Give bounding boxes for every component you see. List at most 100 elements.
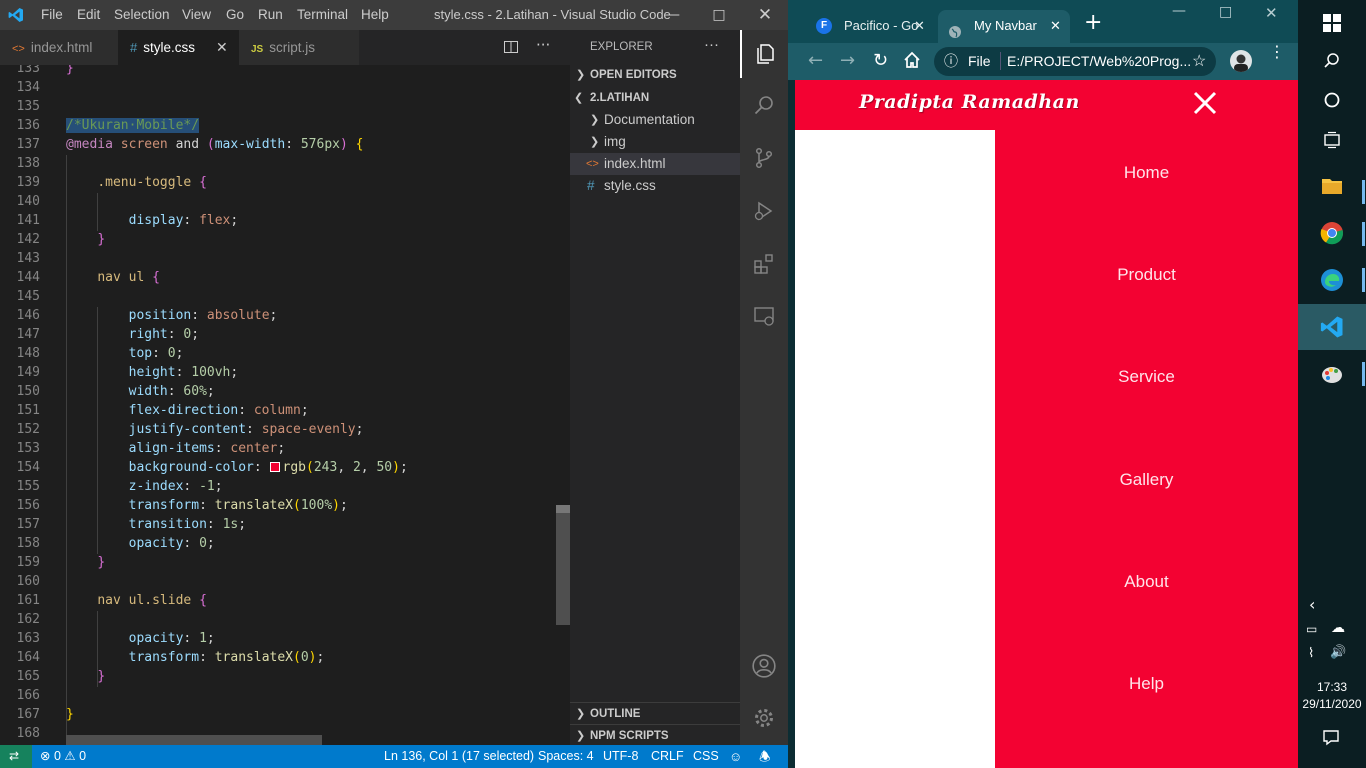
code-line[interactable]: 158 opacity: 0;	[0, 534, 556, 553]
horizontal-scrollbar[interactable]	[66, 735, 322, 745]
code-line[interactable]: 143	[0, 249, 556, 268]
code-line[interactable]: 141 display: flex;	[0, 211, 556, 230]
bookmark-star-icon[interactable]: ☆	[1192, 47, 1206, 76]
nav-link-service[interactable]: Service	[995, 367, 1298, 387]
explorer-files-icon[interactable]	[740, 30, 788, 78]
paint-icon[interactable]	[1298, 351, 1366, 397]
battery-icon[interactable]: ▭	[1306, 622, 1317, 636]
extensions-icon[interactable]	[740, 240, 788, 288]
code-line[interactable]: 154 background-color: rgb(243, 2, 50);	[0, 458, 556, 477]
code-line[interactable]: 151 flex-direction: column;	[0, 401, 556, 420]
nav-link-product[interactable]: Product	[995, 265, 1298, 285]
tree-item-style-css[interactable]: # style.css	[570, 175, 740, 197]
browser-tab-my-navbar[interactable]: My Navbar ✕	[938, 10, 1070, 43]
onedrive-cloud-icon[interactable]: ☁	[1331, 620, 1345, 636]
code-line[interactable]: 152 justify-content: space-evenly;	[0, 420, 556, 439]
code-line[interactable]: 160	[0, 572, 556, 591]
run-debug-icon[interactable]	[740, 187, 788, 235]
remote-indicator[interactable]: ⇄	[0, 745, 32, 768]
maximize-icon[interactable]: □	[1219, 4, 1232, 20]
nav-link-about[interactable]: About	[995, 572, 1298, 592]
code-line[interactable]: 163 opacity: 1;	[0, 629, 556, 648]
menu-toggle-close-icon[interactable]	[1192, 90, 1218, 120]
code-line[interactable]: 165 }	[0, 667, 556, 686]
code-editor[interactable]: 133} 134 135 136 /*Ukuran·Mobile*/ 137 @media …	[0, 65, 570, 745]
close-icon[interactable]: ✕	[742, 0, 788, 30]
close-tab-icon[interactable]: ✕	[1050, 10, 1061, 41]
code-line[interactable]: 148 top: 0;	[0, 344, 556, 363]
action-center-icon[interactable]	[1322, 728, 1340, 750]
chrome-icon[interactable]	[1298, 210, 1366, 256]
code-line[interactable]: 135	[0, 97, 556, 116]
clock-date[interactable]: 29/11/2020	[1298, 697, 1366, 711]
menu-run[interactable]: Run	[258, 0, 283, 30]
menu-selection[interactable]: Selection	[114, 0, 170, 30]
minimize-icon[interactable]: —	[1172, 3, 1186, 19]
minimize-icon[interactable]: —	[650, 0, 696, 30]
tab-script-js[interactable]: JS script.js	[239, 30, 359, 65]
outline-section[interactable]: ❯ OUTLINE	[570, 703, 740, 725]
indentation[interactable]: Spaces: 4	[538, 745, 594, 768]
nav-link-gallery[interactable]: Gallery	[995, 470, 1298, 490]
code-line[interactable]: 137 @media screen and (max-width: 576px) …	[0, 135, 556, 154]
code-line[interactable]: 138	[0, 154, 556, 173]
tab-style-css[interactable]: # style.css ✕	[118, 30, 239, 65]
code-line[interactable]: 134	[0, 78, 556, 97]
account-icon[interactable]	[740, 642, 788, 690]
file-explorer-icon[interactable]	[1298, 163, 1366, 209]
settings-gear-icon[interactable]	[740, 694, 788, 742]
code-line[interactable]: 166	[0, 686, 556, 705]
code-line[interactable]: 156 transform: translateX(100%);	[0, 496, 556, 515]
code-line[interactable]: 145	[0, 287, 556, 306]
problems-indicator[interactable]: ⊗ 0 ⚠ 0	[40, 745, 86, 768]
code-line[interactable]: 142 }	[0, 230, 556, 249]
split-editor-icon[interactable]	[503, 39, 519, 59]
back-arrow-icon[interactable]: ←	[808, 50, 823, 71]
code-line[interactable]: 139 .menu-toggle {	[0, 173, 556, 192]
cursor-position[interactable]: Ln 136, Col 1 (17 selected)	[384, 745, 534, 768]
encoding[interactable]: UTF-8	[603, 745, 638, 768]
feedback-icon[interactable]: ☺	[729, 745, 742, 768]
site-logo[interactable]: Pradipta Ramadhan	[859, 91, 1080, 113]
close-tab-icon[interactable]: ✕	[216, 30, 228, 65]
line-ending[interactable]: CRLF	[651, 745, 684, 768]
vscode-taskbar-icon[interactable]	[1298, 304, 1366, 350]
task-view-icon[interactable]	[1298, 117, 1366, 163]
code-line[interactable]: 161 nav ul.slide {	[0, 591, 556, 610]
menu-terminal[interactable]: Terminal	[297, 0, 348, 30]
browser-tab-pacifico[interactable]: F Pacifico - Go ✕	[808, 10, 936, 43]
code-line[interactable]: 136 /*Ukuran·Mobile*/	[0, 116, 556, 135]
open-editors-section[interactable]: ❯ OPEN EDITORS	[570, 64, 740, 86]
address-bar[interactable]: ⓘ File E:/PROJECT/Web%20Prog... ☆	[934, 47, 1216, 76]
forward-arrow-icon[interactable]: →	[840, 50, 855, 71]
vertical-scrollbar[interactable]	[556, 505, 570, 625]
nav-link-home[interactable]: Home	[995, 163, 1298, 183]
code-line[interactable]: 162	[0, 610, 556, 629]
more-actions-icon[interactable]: ···	[536, 36, 550, 54]
chrome-menu-icon[interactable]: ⋮	[1269, 44, 1285, 60]
folder-section[interactable]: ❮ 2.LATIHAN	[570, 87, 740, 109]
maximize-icon[interactable]: □	[696, 0, 742, 30]
explorer-more-icon[interactable]: ···	[704, 36, 719, 53]
profile-avatar[interactable]	[1230, 50, 1252, 72]
close-icon[interactable]: ✕	[1265, 4, 1278, 22]
code-line[interactable]: 146 position: absolute;	[0, 306, 556, 325]
show-hidden-icons-chevron-icon[interactable]: ‹	[1309, 595, 1315, 614]
code-line[interactable]: 155 z-index: -1;	[0, 477, 556, 496]
notifications-bell-icon[interactable]: 🕭	[759, 745, 771, 768]
menu-file[interactable]: File	[41, 0, 63, 30]
reload-icon[interactable]: ↻	[873, 50, 888, 71]
code-line[interactable]: 157 transition: 1s;	[0, 515, 556, 534]
remote-explorer-icon[interactable]	[740, 292, 788, 340]
menu-go[interactable]: Go	[226, 0, 244, 30]
volume-icon[interactable]: 🔊	[1330, 645, 1346, 660]
tree-item-img[interactable]: ❯ img	[570, 131, 740, 153]
code-line[interactable]: 147 right: 0;	[0, 325, 556, 344]
tree-item-documentation[interactable]: ❯ Documentation	[570, 109, 740, 131]
menu-view[interactable]: View	[182, 0, 211, 30]
clock-time[interactable]: 17:33	[1298, 680, 1366, 694]
code-line[interactable]: 164 transform: translateX(0);	[0, 648, 556, 667]
code-line[interactable]: 149 height: 100vh;	[0, 363, 556, 382]
code-line[interactable]: 153 align-items: center;	[0, 439, 556, 458]
code-line[interactable]: 150 width: 60%;	[0, 382, 556, 401]
